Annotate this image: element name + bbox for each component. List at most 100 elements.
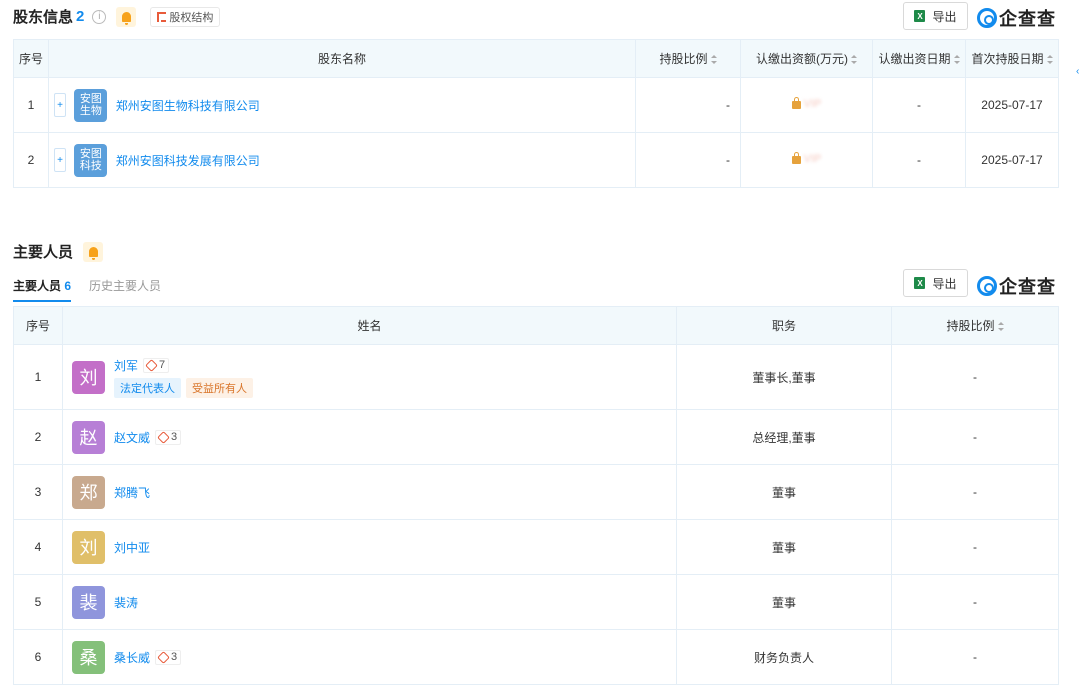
relation-count[interactable]: 3 — [155, 429, 182, 445]
person-cell: 裴 裴涛 — [62, 574, 677, 630]
person-link[interactable]: 桑长威 — [114, 649, 150, 666]
expand-icon[interactable]: + — [54, 148, 66, 172]
col-shareholder-name: 股东名称 — [48, 39, 636, 78]
company-link[interactable]: 郑州安图科技发展有限公司 — [116, 154, 260, 168]
col-ratio[interactable]: 持股比例 — [635, 39, 741, 78]
lock-icon — [791, 97, 801, 110]
person-cell: 赵 赵文威 3 — [62, 409, 677, 465]
avatar: 赵 — [72, 420, 105, 454]
role-cell: 董事 — [676, 574, 892, 630]
shareholders-count: 2 — [76, 8, 85, 25]
personnel-title: 主要人员 — [13, 244, 74, 261]
company-link[interactable]: 郑州安图生物科技有限公司 — [116, 99, 260, 113]
col-name: 姓名 — [62, 306, 677, 345]
tab-current-personnel[interactable]: 主要人员 6 — [13, 277, 72, 302]
relation-icon — [145, 358, 158, 372]
excel-icon: X — [914, 277, 926, 289]
shareholder-cell: + 安图 生物 郑州安图生物科技有限公司 — [48, 77, 636, 133]
company-logo: 安图 生物 — [74, 88, 108, 122]
table-row: 2 + 安图 科技 郑州安图科技发展有限公司 - VIP - 2025-07-17 — [13, 132, 1059, 188]
col-ratio[interactable]: 持股比例 — [891, 306, 1059, 345]
personnel-export-button[interactable]: X 导出 — [903, 269, 968, 297]
ratio-cell: - — [891, 574, 1059, 630]
row-index: 2 — [13, 132, 49, 188]
table-row: 5 裴 裴涛 董事 - — [13, 574, 1059, 630]
role-cell: 总经理,董事 — [676, 409, 892, 465]
subscribe-date-cell: - — [872, 132, 966, 188]
person-cell: 桑 桑长威 3 — [62, 629, 677, 685]
shareholder-cell: + 安图 科技 郑州安图科技发展有限公司 — [48, 132, 636, 188]
lock-icon — [791, 152, 801, 165]
ratio-cell: - — [891, 519, 1059, 575]
personnel-table: 序号 姓名 职务 持股比例 1 刘 刘军 7 法定代表人 受益所有人 董事长,董… — [13, 306, 1059, 685]
company-logo: 安图 科技 — [74, 143, 108, 177]
person-link[interactable]: 赵文威 — [114, 429, 150, 446]
role-cell: 财务负责人 — [676, 629, 892, 685]
avatar: 裴 — [72, 585, 105, 619]
avatar: 刘 — [72, 360, 105, 394]
ratio-cell: - — [891, 629, 1059, 685]
amount-cell[interactable]: VIP — [740, 132, 873, 188]
side-float-icon[interactable]: ‹ — [1076, 66, 1080, 80]
table-row: 1 刘 刘军 7 法定代表人 受益所有人 董事长,董事 - — [13, 344, 1059, 410]
person-link[interactable]: 裴涛 — [114, 594, 138, 611]
person-link[interactable]: 刘中亚 — [114, 539, 150, 556]
expand-icon[interactable]: + — [54, 93, 66, 117]
col-subscribe-date[interactable]: 认缴出资日期 — [872, 39, 966, 78]
first-date-cell: 2025-07-17 — [965, 77, 1059, 133]
row-index: 2 — [13, 409, 63, 465]
qcc-logo: 企查查 — [977, 5, 1056, 31]
qcc-logo-text: 企查查 — [999, 9, 1056, 29]
info-icon[interactable]: i — [92, 9, 107, 24]
person-link[interactable]: 刘军 — [114, 357, 138, 374]
ratio-cell: - — [635, 132, 741, 188]
qcc-logo: 企查查 — [977, 273, 1056, 299]
sort-icon — [710, 55, 717, 65]
person-cell: 刘 刘中亚 — [62, 519, 677, 575]
export-label: 导出 — [932, 9, 957, 24]
legal-rep-badge: 法定代表人 — [114, 377, 181, 398]
relation-count[interactable]: 3 — [155, 649, 182, 665]
person-cell: 郑 郑腾飞 — [62, 464, 677, 520]
sort-icon — [953, 55, 960, 65]
col-amount[interactable]: 认缴出资额(万元) — [740, 39, 873, 78]
sort-icon — [997, 322, 1004, 332]
amount-cell[interactable]: VIP — [740, 77, 873, 133]
sort-icon — [851, 55, 857, 65]
avatar: 桑 — [72, 640, 105, 674]
shareholders-title: 股东信息 — [13, 9, 74, 26]
avatar: 郑 — [72, 475, 105, 509]
qcc-logo-icon — [977, 276, 997, 296]
row-index: 1 — [13, 77, 49, 133]
avatar: 刘 — [72, 530, 105, 564]
table-row: 2 赵 赵文威 3 总经理,董事 - — [13, 409, 1059, 465]
relation-icon — [157, 650, 170, 664]
equity-structure-label: 股权结构 — [169, 11, 214, 24]
row-index: 6 — [13, 629, 63, 685]
table-row: 6 桑 桑长威 3 财务负责人 - — [13, 629, 1059, 685]
table-row: 3 郑 郑腾飞 董事 - — [13, 464, 1059, 520]
equity-structure-button[interactable]: 股权结构 — [150, 6, 221, 27]
col-first-date[interactable]: 首次持股日期 — [965, 39, 1059, 78]
subscribe-date-cell: - — [872, 77, 966, 133]
personnel-header: 主要人员 — [13, 241, 104, 262]
relation-count[interactable]: 7 — [143, 357, 170, 373]
shareholders-header-row: 序号 股东名称 持股比例 认缴出资额(万元) 认缴出资日期 首次持股日期 — [13, 39, 1059, 78]
row-index: 3 — [13, 464, 63, 520]
ratio-cell: - — [891, 409, 1059, 465]
relation-icon — [157, 430, 170, 444]
export-label: 导出 — [932, 276, 957, 291]
col-index: 序号 — [13, 306, 63, 345]
bell-icon[interactable] — [83, 241, 104, 262]
shareholders-export-button[interactable]: X 导出 — [903, 2, 968, 30]
bell-icon[interactable] — [116, 6, 137, 27]
row-index: 1 — [13, 344, 63, 410]
structure-icon — [157, 11, 167, 22]
qcc-logo-icon — [977, 8, 997, 28]
personnel-tabs: 主要人员 6 历史主要人员 — [13, 277, 179, 302]
tab-history-personnel[interactable]: 历史主要人员 — [89, 277, 161, 302]
excel-icon: X — [914, 10, 926, 22]
person-cell: 刘 刘军 7 法定代表人 受益所有人 — [62, 344, 677, 410]
col-role: 职务 — [676, 306, 892, 345]
person-link[interactable]: 郑腾飞 — [114, 484, 150, 501]
